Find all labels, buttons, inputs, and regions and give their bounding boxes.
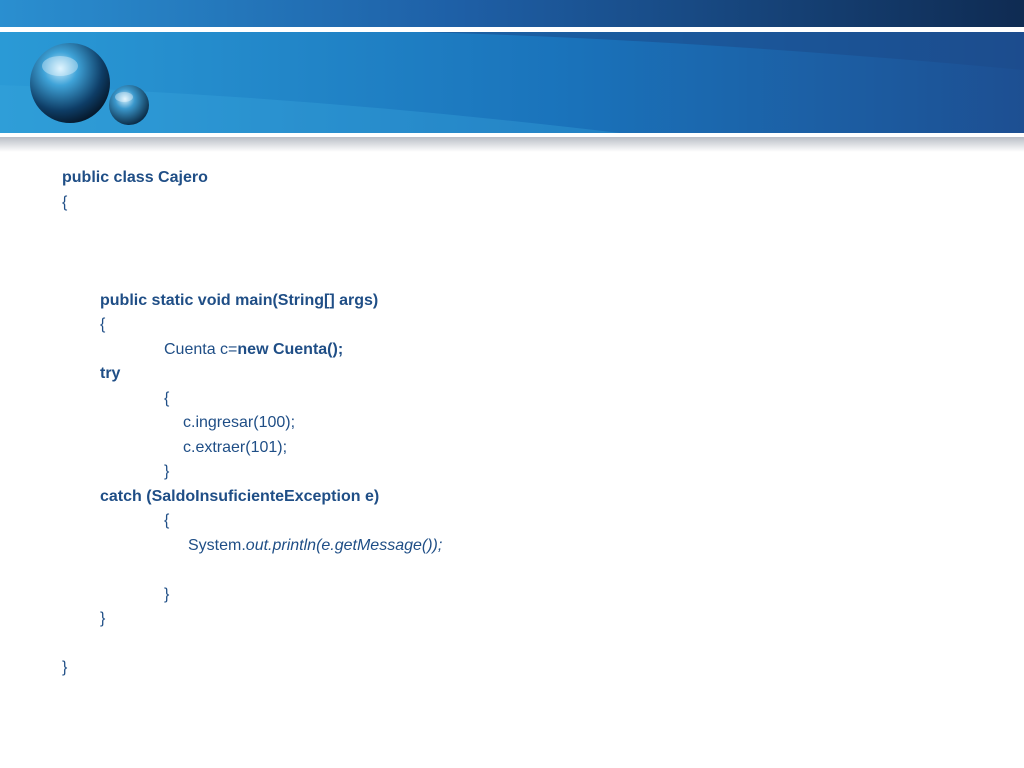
code-segment: out.println(e.getMessage()); — [245, 536, 443, 554]
code-segment: } — [164, 463, 170, 480]
code-segment: { — [62, 193, 68, 211]
code-line: public static void main(String[] args) — [0, 289, 1024, 314]
code-segment: } — [100, 610, 106, 627]
code-segment: Cuenta c= — [164, 340, 238, 358]
code-line: } — [0, 607, 1024, 632]
header-graphic — [0, 0, 1024, 152]
code-listing: public class Cajero { public static void m… — [0, 166, 1024, 681]
code-line: } — [0, 656, 1024, 681]
code-segment: { — [100, 316, 106, 333]
slide-header-banner — [0, 0, 1024, 152]
code-segment: { — [164, 512, 170, 529]
code-segment: { — [164, 389, 170, 407]
small-orb-icon — [109, 85, 149, 125]
code-segment: public class Cajero — [62, 169, 208, 186]
code-line: { — [0, 509, 1024, 534]
code-line: catch (SaldoInsuficienteException e) — [0, 485, 1024, 510]
code-line: { — [0, 387, 1024, 412]
code-segment: new Cuenta(); — [237, 340, 344, 358]
code-line: System.out.println(e.getMessage()); — [0, 534, 1024, 559]
code-segment: } — [62, 659, 68, 676]
code-segment: public static void main(String[] args) — [100, 291, 379, 309]
code-line: { — [0, 191, 1024, 216]
code-line: Cuenta c=new Cuenta(); — [0, 338, 1024, 363]
code-segment: System. — [188, 536, 246, 554]
code-line: public class Cajero — [0, 166, 1024, 191]
code-segment: c.extraer(101); — [183, 438, 288, 456]
code-segment: } — [164, 585, 170, 603]
code-line: c.ingresar(100); — [0, 411, 1024, 436]
code-segment: try — [100, 365, 121, 382]
code-segment: catch (SaldoInsuficienteException e) — [100, 487, 380, 505]
code-line: c.extraer(101); — [0, 436, 1024, 461]
code-line: try — [0, 362, 1024, 387]
code-line: } — [0, 583, 1024, 608]
code-segment: c.ingresar(100); — [183, 414, 296, 431]
large-orb-icon — [30, 43, 110, 123]
code-line: } — [0, 460, 1024, 485]
code-line: { — [0, 313, 1024, 338]
